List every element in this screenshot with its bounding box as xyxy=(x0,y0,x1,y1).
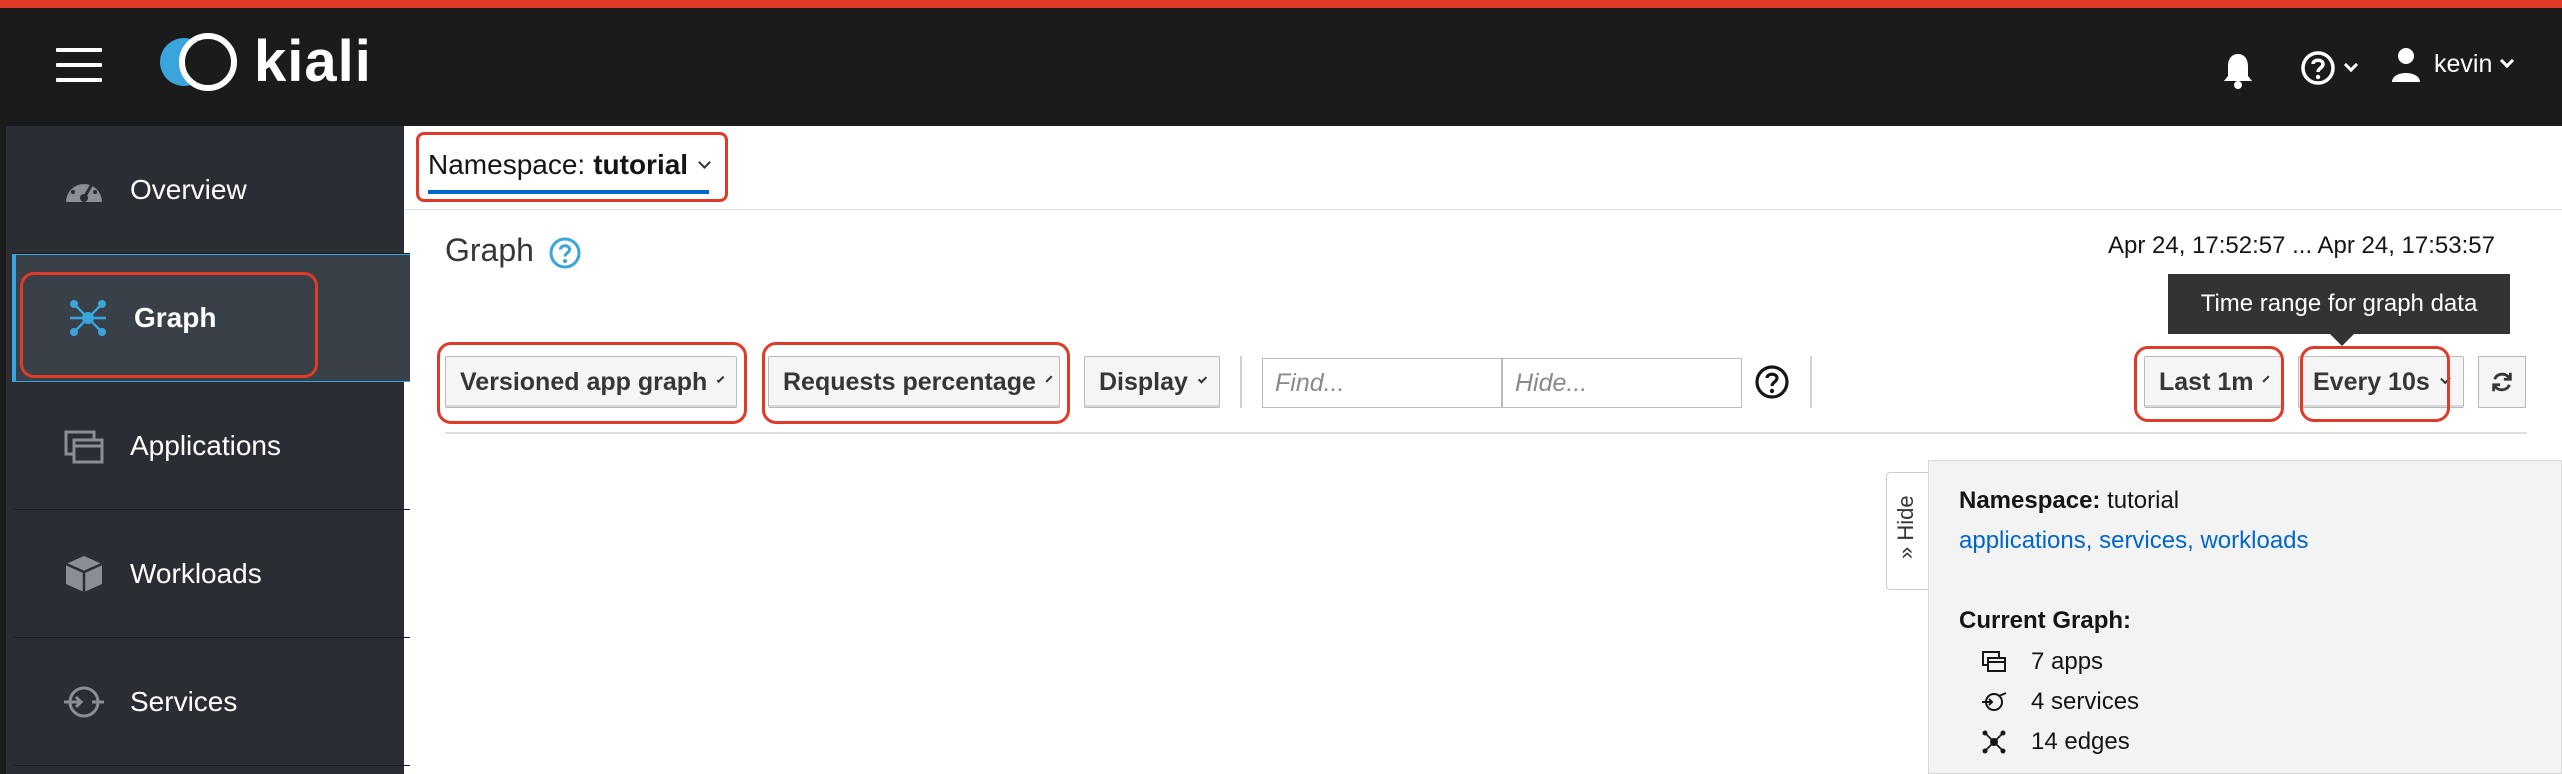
tooltip: Time range for graph data xyxy=(2168,274,2510,346)
sidebar-item-overview[interactable]: Overview xyxy=(12,126,410,254)
summary-stat-edges: 14 edges xyxy=(1981,727,2130,757)
chevron-down-icon xyxy=(1045,375,1053,383)
kiali-logo-icon xyxy=(160,33,237,91)
duration-label: Last 1m xyxy=(2159,367,2254,396)
services-count: 4 services xyxy=(2031,688,2140,715)
toolbar-divider xyxy=(1810,356,1812,408)
chevron-down-icon xyxy=(2440,373,2451,385)
services-icon xyxy=(64,686,104,717)
workloads-icon xyxy=(65,555,103,592)
hide-panel-label: » Hide xyxy=(1893,495,1918,559)
sidebar-item-graph[interactable]: Graph xyxy=(12,254,410,382)
refresh-interval-label: Every 10s xyxy=(2313,367,2430,396)
user-menu[interactable]: kevin xyxy=(2390,44,2515,84)
refresh-button[interactable] xyxy=(2478,356,2526,408)
namespace-bar: Namespace: tutorial xyxy=(404,126,2562,210)
time-range-text: Apr 24, 17:52:57 ... Apr 24, 17:53:57 xyxy=(2108,232,2495,259)
applications-icon xyxy=(64,430,104,463)
help-icon[interactable] xyxy=(1754,364,1790,400)
sidebar-item-services[interactable]: Services xyxy=(12,638,410,766)
summary-stat-apps: 7 apps xyxy=(1981,647,2103,677)
refresh-interval-dropdown[interactable]: Every 10s xyxy=(2298,356,2464,408)
user-name: kevin xyxy=(2434,49,2493,78)
bell-icon[interactable] xyxy=(2220,50,2256,90)
chevron-down-icon xyxy=(2262,375,2271,383)
sidebar-item-label: Workloads xyxy=(130,557,262,589)
sidebar-item-label: Applications xyxy=(130,429,281,461)
workloads-link[interactable]: workloads xyxy=(2200,527,2308,554)
find-input[interactable] xyxy=(1262,358,1502,408)
toolbar-divider xyxy=(1240,356,1242,408)
apps-count: 7 apps xyxy=(2031,648,2104,675)
graph-type-dropdown[interactable]: Versioned app graph xyxy=(445,356,737,408)
chevron-down-icon xyxy=(2343,57,2359,73)
masthead: kiali kevin xyxy=(0,0,2562,126)
summary-namespace-value: tutorial xyxy=(2107,487,2180,514)
brand-name: kiali xyxy=(254,29,372,94)
duration-dropdown[interactable]: Last 1m xyxy=(2144,356,2282,408)
graph-type-label: Versioned app graph xyxy=(460,367,708,396)
applications-link[interactable]: applications xyxy=(1959,527,2086,554)
page-title: Graph xyxy=(445,232,534,268)
help-menu[interactable] xyxy=(2300,48,2359,88)
sidebar-item-label: Graph xyxy=(134,302,217,333)
kiali-logo[interactable]: kiali xyxy=(150,30,372,94)
summary-panel: Namespace: tutorial applications, servic… xyxy=(1928,460,2562,774)
sidebar-item-workloads[interactable]: Workloads xyxy=(12,510,410,638)
chevron-down-icon xyxy=(716,375,725,383)
summary-links: applications, services, workloads xyxy=(1959,527,2309,554)
hide-panel-toggle[interactable]: » Hide xyxy=(1886,472,1930,590)
namespace-prefix: Namespace: xyxy=(428,149,586,180)
topology-icon xyxy=(70,300,106,336)
summary-stat-services: 4 services xyxy=(1981,687,2139,717)
refresh-icon xyxy=(2492,372,2512,392)
edge-labels-dropdown[interactable]: Requests percentage xyxy=(768,356,1060,408)
edges-count: 14 edges xyxy=(2031,728,2130,755)
help-icon xyxy=(2301,51,2335,85)
sidebar-item-label: Overview xyxy=(130,173,247,205)
display-label: Display xyxy=(1099,367,1188,396)
applications-icon xyxy=(1982,651,2006,672)
namespace-selector[interactable]: Namespace: tutorial xyxy=(428,144,711,194)
sidebar: Overview Graph Applications Workloads Se… xyxy=(0,126,410,774)
chevron-down-icon xyxy=(2500,53,2515,69)
toolbar-divider-line xyxy=(445,432,2527,434)
namespace-value: tutorial xyxy=(593,149,689,180)
help-icon[interactable] xyxy=(548,236,582,270)
chevron-down-icon xyxy=(698,155,711,169)
summary-namespace-label: Namespace: xyxy=(1959,487,2101,514)
sidebar-item-applications[interactable]: Applications xyxy=(12,382,410,510)
chevron-down-icon xyxy=(1197,374,1208,384)
masthead-accent-line xyxy=(0,0,2562,8)
dashboard-icon xyxy=(66,180,102,202)
display-dropdown[interactable]: Display xyxy=(1084,356,1220,408)
current-graph-heading: Current Graph: xyxy=(1959,607,2132,634)
services-icon xyxy=(1982,692,2007,711)
hide-input[interactable] xyxy=(1502,358,1742,408)
sidebar-item-label: Services xyxy=(130,685,238,717)
topology-icon xyxy=(1982,730,2006,754)
hamburger-menu-icon[interactable] xyxy=(56,48,102,84)
services-link[interactable]: services xyxy=(2099,527,2187,554)
edge-labels-label: Requests percentage xyxy=(783,367,1036,396)
user-icon xyxy=(2392,48,2420,82)
summary-namespace: Namespace: tutorial xyxy=(1959,487,2179,515)
